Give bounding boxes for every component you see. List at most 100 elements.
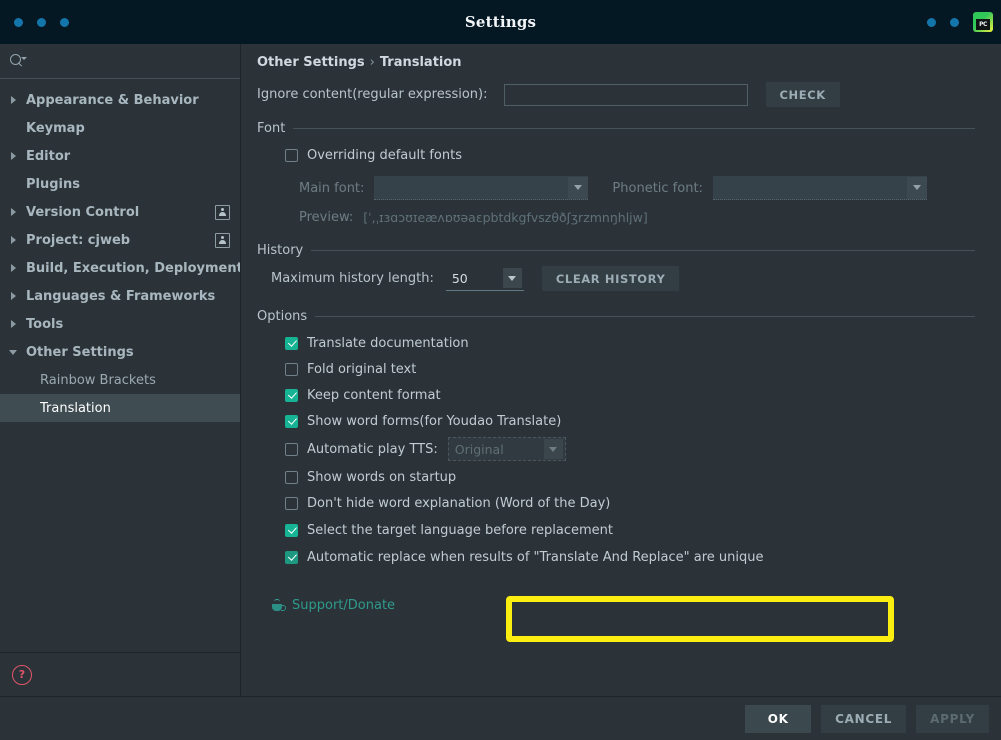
clear-history-button[interactable]: CLEAR HISTORY [541,266,680,291]
chevron-down-icon[interactable] [502,268,522,288]
tts-source-combo: Original [447,437,566,461]
expander-icon[interactable] [0,320,26,328]
group-divider [315,316,975,317]
chevron-down-icon[interactable] [906,176,927,199]
help-question-icon[interactable]: ? [12,664,32,685]
max-history-length-label: Maximum history length: [271,271,434,286]
option-checkbox[interactable] [285,414,298,428]
window-title: Settings [464,13,537,31]
sidebar-item-other-settings[interactable]: Other Settings [0,338,240,366]
font-preview-row: Preview: [ˈ,ˌɪɜɑɔʊɪeæʌɒʊəaɛpbtdkgfvszθðʃ… [257,210,975,225]
ignore-content-input[interactable] [503,83,748,106]
titlebar-dot-icon-1[interactable] [927,17,936,27]
support-donate-row[interactable]: Support/Donate [257,598,975,613]
option-checkbox[interactable] [285,388,298,402]
option-show-word-forms[interactable]: Show word forms(for Youdao Translate) [257,408,975,434]
option-checkbox[interactable] [285,442,298,456]
sidebar-item-label: Languages & Frameworks [26,288,216,304]
option-automatic-replace-unique[interactable]: Automatic replace when results of "Trans… [257,544,975,570]
expander-icon[interactable] [0,349,26,355]
option-dont-hide-word-explanation[interactable]: Don't hide word explanation (Word of the… [257,490,975,516]
option-checkbox[interactable] [285,550,298,564]
cancel-button[interactable]: CANCEL [821,704,907,733]
support-donate-link[interactable]: Support/Donate [292,598,395,613]
option-checkbox[interactable] [285,523,298,537]
sidebar-footer: ? [0,652,240,696]
option-fold-original-text[interactable]: Fold original text [257,356,975,382]
settings-main-panel: Other Settings › Translation Ignore conten… [241,44,1001,696]
option-checkbox[interactable] [285,336,298,350]
expander-icon[interactable] [0,152,26,160]
option-checkbox[interactable] [285,496,298,510]
sidebar-item-plugins[interactable]: Plugins [0,170,240,198]
sidebar-item-label: Project: cjweb [26,232,131,248]
sidebar-item-version-control[interactable]: Version Control [0,198,240,226]
expander-icon[interactable] [0,236,26,244]
sidebar-item-build-execution-deployment[interactable]: Build, Execution, Deployment [0,254,240,282]
sidebar-item-label: Rainbow Brackets [40,372,156,388]
window-controls[interactable] [0,17,69,27]
max-history-length-combo[interactable]: 50 [445,266,524,291]
minimize-dot-icon[interactable] [37,17,46,27]
option-show-words-on-startup[interactable]: Show words on startup [257,464,975,490]
ok-button[interactable]: OK [745,704,812,733]
option-label: Don't hide word explanation (Word of the… [307,495,611,511]
sidebar-item-tools[interactable]: Tools [0,310,240,338]
sidebar-item-keymap[interactable]: Keymap [0,114,240,142]
option-translate-documentation[interactable]: Translate documentation [257,330,975,356]
search-input[interactable] [28,52,230,70]
search-icon [10,54,28,68]
main-font-label: Main font: [299,180,365,196]
sidebar-item-project-cjweb[interactable]: Project: cjweb [0,226,240,254]
sidebar-search-row[interactable] [0,44,240,79]
font-group-header: Font [257,121,975,136]
history-group-header: History [257,243,975,258]
expander-icon[interactable] [0,292,26,300]
sidebar-item-rainbow-brackets[interactable]: Rainbow Brackets [0,366,240,394]
coffee-cup-icon [271,598,286,613]
settings-content: Ignore content(regular expression): CHEC… [241,70,1001,696]
settings-tree: Appearance & Behavior Keymap Editor Plug… [0,79,240,422]
option-label: Automatic play TTS: [307,441,438,457]
phonetic-font-combo[interactable] [712,176,927,200]
sidebar-item-appearance-behavior[interactable]: Appearance & Behavior [0,86,240,114]
option-keep-content-format[interactable]: Keep content format [257,382,975,408]
option-label: Translate documentation [307,335,469,351]
option-label: Fold original text [307,361,417,377]
titlebar-dot-icon-2[interactable] [950,17,959,27]
check-button[interactable]: CHECK [765,82,840,107]
maximize-dot-icon[interactable] [60,17,69,27]
overriding-default-fonts-checkbox[interactable] [285,148,298,162]
option-label: Show words on startup [307,469,457,485]
sidebar-item-editor[interactable]: Editor [0,142,240,170]
group-divider [293,128,975,129]
expander-icon[interactable] [0,208,26,216]
option-label: Automatic replace when results of "Trans… [307,549,764,565]
chevron-down-icon[interactable] [568,176,589,199]
sidebar-item-label: Plugins [26,176,80,192]
expander-icon[interactable] [0,264,26,272]
sidebar-item-label: Appearance & Behavior [26,92,199,108]
option-automatic-play-tts[interactable]: Automatic play TTS: Original [257,434,975,464]
max-history-length-value: 50 [451,270,468,286]
sidebar-item-label: Other Settings [26,344,134,360]
main-font-combo[interactable] [374,176,589,200]
group-divider [311,250,975,251]
expander-icon[interactable] [0,96,26,104]
overriding-default-fonts-row[interactable]: Overriding default fonts [257,142,975,168]
tts-source-value: Original [454,441,504,457]
sidebar-item-label: Tools [26,316,64,332]
option-checkbox[interactable] [285,470,298,484]
breadcrumb-parent[interactable]: Other Settings [257,55,365,70]
sidebar-item-label: Build, Execution, Deployment [26,260,240,276]
close-dot-icon[interactable] [14,17,23,27]
option-checkbox[interactable] [285,362,298,376]
sidebar-item-languages-frameworks[interactable]: Languages & Frameworks [0,282,240,310]
preview-label: Preview: [299,210,354,225]
option-select-target-language-before-replacement[interactable]: Select the target language before replac… [257,516,975,544]
ignore-content-row: Ignore content(regular expression): CHEC… [257,82,975,107]
option-label: Select the target language before replac… [307,522,614,538]
project-scope-icon [215,204,230,220]
project-scope-icon [215,232,230,248]
sidebar-item-translation[interactable]: Translation [0,394,240,422]
